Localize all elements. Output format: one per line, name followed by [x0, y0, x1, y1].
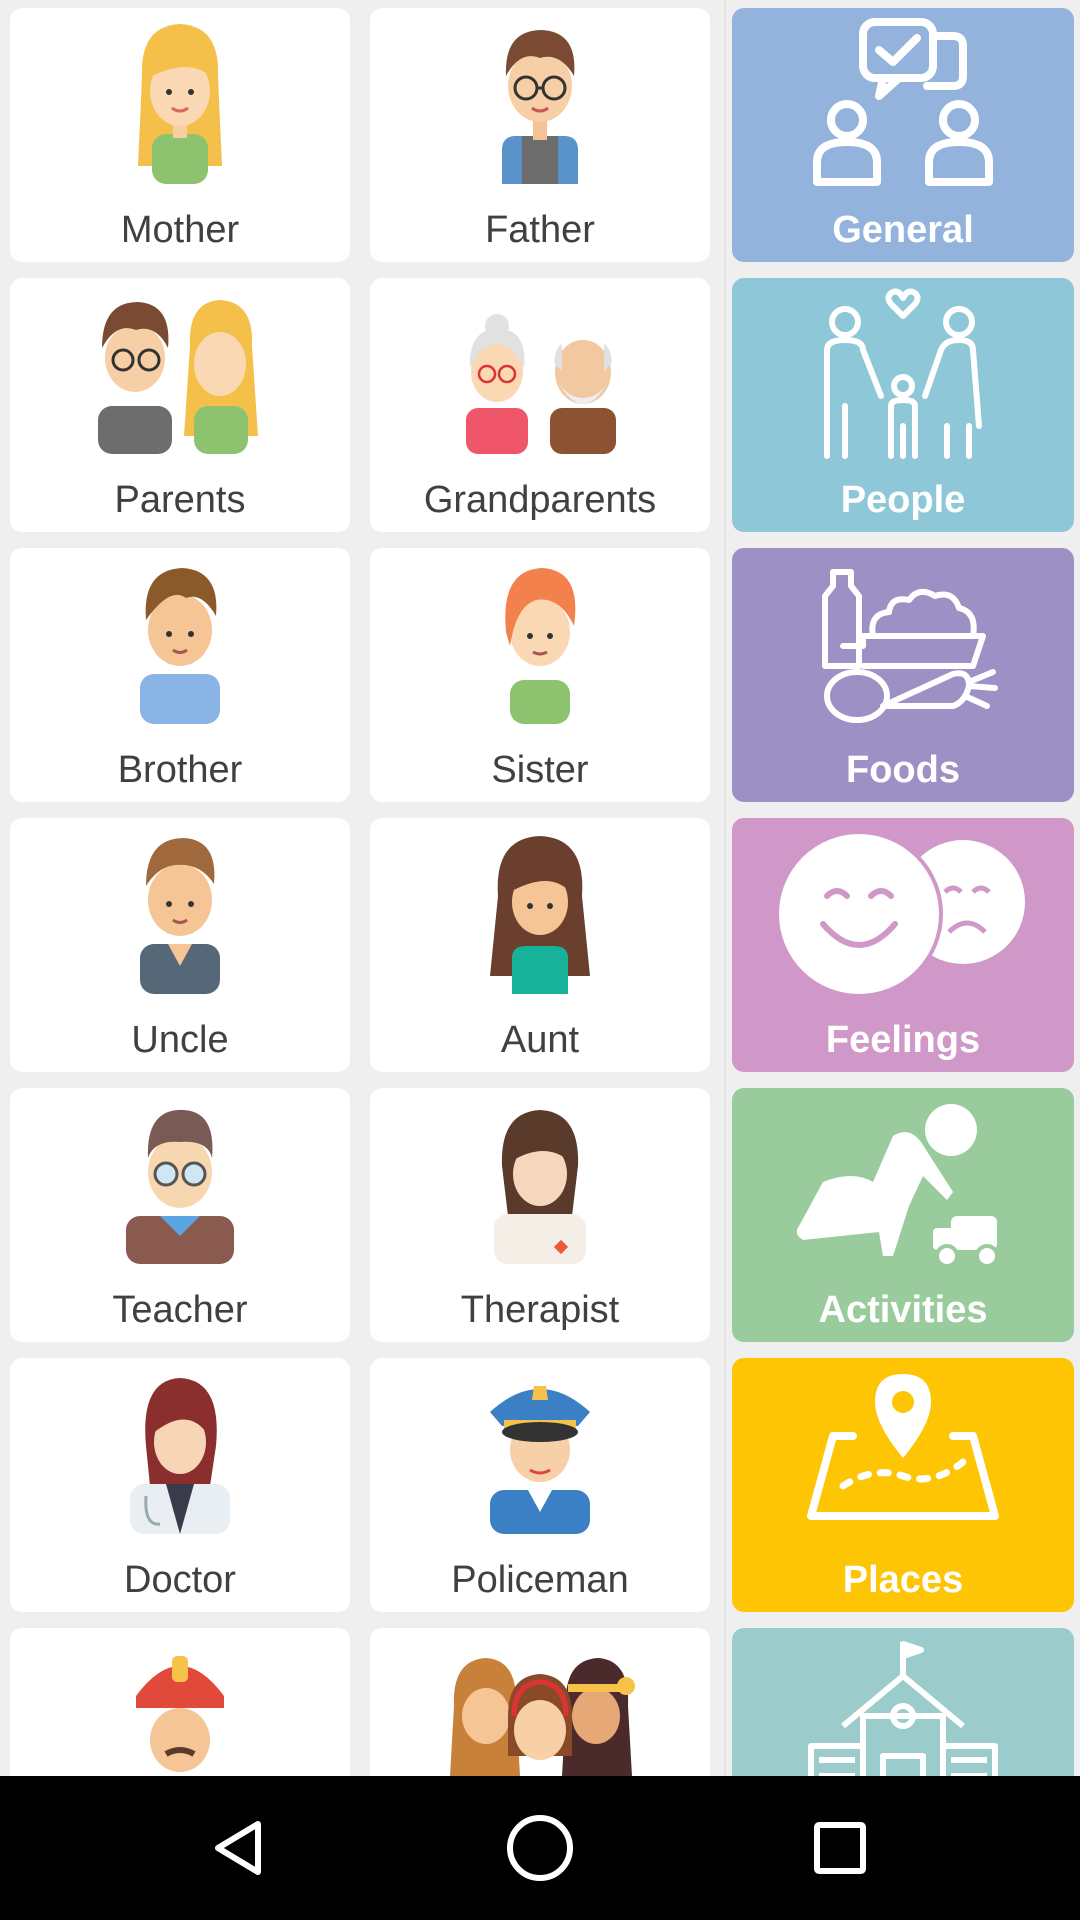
sister-icon: [505, 568, 576, 724]
category-places[interactable]: Places: [732, 1358, 1074, 1612]
category-activities[interactable]: Activities: [732, 1088, 1074, 1342]
parents-icon: [98, 300, 258, 454]
home-icon: [507, 1815, 573, 1881]
friends-icon: [450, 1658, 635, 1776]
card-label: Therapist: [460, 1289, 620, 1331]
card-label: Uncle: [131, 1019, 229, 1061]
card-label: Father: [485, 209, 595, 251]
doctor-icon: [130, 1378, 230, 1534]
map-pin-icon: [807, 1374, 999, 1520]
category-feelings[interactable]: Feelings: [732, 818, 1074, 1072]
card-uncle[interactable]: Uncle: [10, 818, 350, 1072]
policeman-icon: [490, 1386, 590, 1534]
general-chat-icon: [813, 18, 993, 186]
family-icon: [824, 288, 982, 459]
category-school[interactable]: [732, 1628, 1074, 1776]
groceries-icon: [822, 569, 998, 723]
card-teacher[interactable]: Teacher: [10, 1088, 350, 1342]
card-firefighter[interactable]: [10, 1628, 350, 1776]
card-brother[interactable]: Brother: [10, 548, 350, 802]
card-grandparents[interactable]: Grandparents: [370, 278, 710, 532]
card-therapist[interactable]: Therapist: [370, 1088, 710, 1342]
card-label: Brother: [117, 749, 243, 791]
card-policeman[interactable]: Policeman: [370, 1358, 710, 1612]
school-building-icon: [808, 1641, 998, 1776]
therapist-icon: [494, 1110, 586, 1264]
category-foods[interactable]: Foods: [732, 548, 1074, 802]
card-label: Parents: [114, 479, 246, 521]
back-icon: [215, 1821, 261, 1875]
card-label: Doctor: [124, 1559, 236, 1601]
card-father[interactable]: Father: [370, 8, 710, 262]
mother-icon: [138, 24, 222, 184]
card-label: Policeman: [451, 1559, 629, 1601]
category-label: General: [832, 209, 974, 251]
card-label: Teacher: [112, 1289, 248, 1331]
father-icon: [502, 30, 578, 184]
card-sister[interactable]: Sister: [370, 548, 710, 802]
back-button[interactable]: [160, 1776, 320, 1920]
android-nav-bar: [0, 1776, 1080, 1920]
people-grid: Mother Father Parents Grandparents Broth…: [0, 0, 724, 1776]
category-label: Places: [842, 1559, 964, 1601]
category-people[interactable]: People: [732, 278, 1074, 532]
aunt-icon: [490, 836, 590, 994]
card-parents[interactable]: Parents: [10, 278, 350, 532]
recents-icon: [814, 1822, 866, 1874]
card-friends[interactable]: [370, 1628, 710, 1776]
category-label: Feelings: [825, 1019, 981, 1061]
card-aunt[interactable]: Aunt: [370, 818, 710, 1072]
card-doctor[interactable]: Doctor: [10, 1358, 350, 1612]
uncle-icon: [140, 838, 220, 994]
feelings-faces-icon: [775, 830, 1025, 998]
teacher-icon: [126, 1109, 234, 1264]
category-general[interactable]: General: [732, 8, 1074, 262]
brother-icon: [140, 568, 220, 724]
card-label: Aunt: [500, 1019, 580, 1061]
home-button[interactable]: [460, 1776, 620, 1920]
child-playing-icon: [796, 1104, 999, 1268]
card-label: Sister: [491, 749, 589, 791]
grandparents-icon: [466, 314, 616, 454]
category-label: Foods: [846, 749, 960, 791]
recents-button[interactable]: [760, 1776, 920, 1920]
card-mother[interactable]: Mother: [10, 8, 350, 262]
category-label: Activities: [818, 1289, 988, 1331]
card-label: Mother: [120, 209, 240, 251]
card-label: Grandparents: [423, 479, 657, 521]
firefighter-icon: [136, 1656, 224, 1772]
category-column: General People Foods Feelings Activities…: [726, 0, 1080, 1776]
category-label: People: [840, 479, 966, 521]
